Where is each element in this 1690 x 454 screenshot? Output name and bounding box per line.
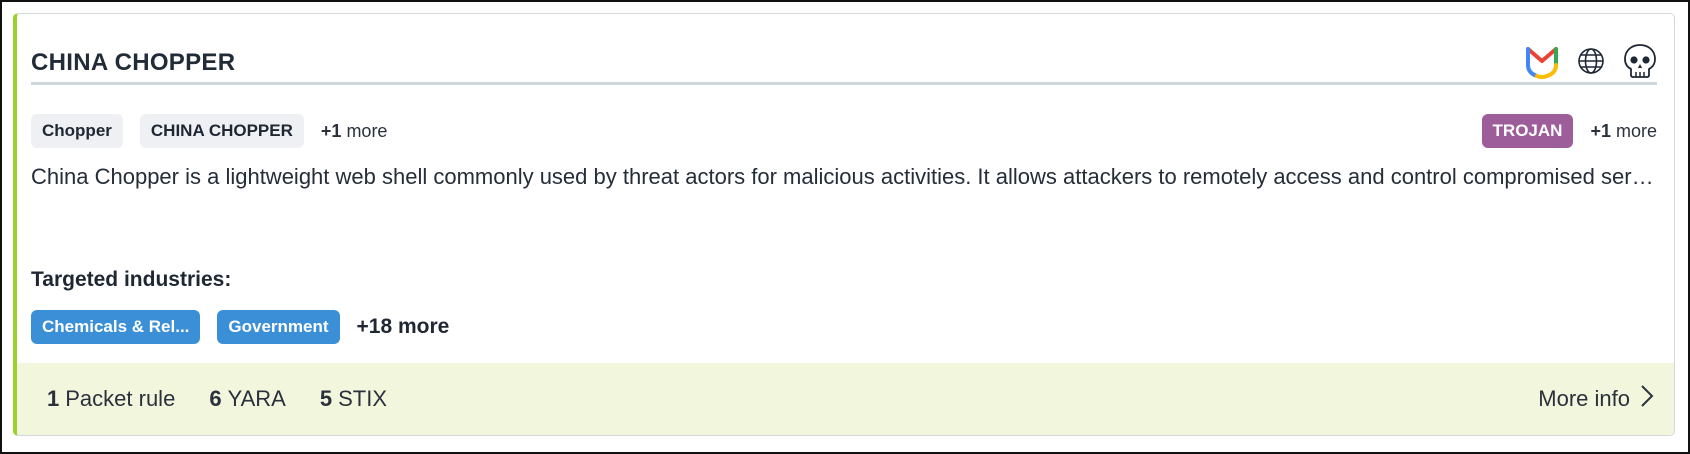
alias-chip: Chopper <box>31 114 123 148</box>
header-icons <box>1525 42 1657 80</box>
stat-count: 6 <box>209 386 222 411</box>
threat-title: CHINA CHOPPER <box>31 49 236 76</box>
type-tags: TROJAN +1 more <box>1481 114 1657 148</box>
aliases-more-link[interactable]: +1 more <box>321 121 388 142</box>
rule-stats: 1 Packet rule 6 YARA 5 STIX <box>47 363 387 435</box>
industry-chip-government[interactable]: Government <box>217 310 340 344</box>
types-more-count: +1 <box>1590 120 1611 141</box>
industries-more-link[interactable]: +18 more <box>357 315 450 339</box>
alias-chip: CHINA CHOPPER <box>139 114 304 148</box>
card-header: CHINA CHOPPER <box>31 28 1657 85</box>
tags-row: Chopper CHINA CHOPPER +1 more TROJAN +1 … <box>31 114 1657 148</box>
stat-label: Packet rule <box>65 386 176 411</box>
globe-icon[interactable] <box>1577 47 1605 75</box>
stat-count: 5 <box>319 386 333 411</box>
types-more-label: more <box>1615 120 1657 141</box>
industries-row: Chemicals & Rel... Government +18 more <box>31 310 449 344</box>
threat-description: China Chopper is a lightweight web shell… <box>31 164 1657 189</box>
stat-stix[interactable]: 5 STIX <box>320 386 387 412</box>
more-info-link[interactable]: More info <box>1538 363 1654 435</box>
more-info-label: More info <box>1538 386 1630 411</box>
threat-card[interactable]: CHINA CHOPPER Chopper CHINA CHOPPER +1 m… <box>13 13 1675 436</box>
skull-icon[interactable] <box>1623 43 1657 79</box>
malware-type-badge: TROJAN <box>1481 114 1574 148</box>
stat-label: YARA <box>227 386 286 411</box>
stat-label: STIX <box>338 386 387 411</box>
stat-yara[interactable]: 6 YARA <box>209 386 286 412</box>
industry-chip-chemicals[interactable]: Chemicals & Rel... <box>31 310 201 344</box>
aliases-more-count: +1 <box>320 120 342 141</box>
stat-count: 1 <box>47 386 60 411</box>
targeted-industries-label: Targeted industries: <box>31 268 232 291</box>
aliases-more-label: more <box>346 120 388 141</box>
stat-packet-rule[interactable]: 1 Packet rule <box>47 386 175 412</box>
alias-tags: Chopper CHINA CHOPPER +1 more <box>31 114 387 148</box>
card-footer: 1 Packet rule 6 YARA 5 STIX More info <box>17 363 1674 435</box>
types-more-link[interactable]: +1 more <box>1590 121 1657 142</box>
gmail-icon[interactable] <box>1525 43 1559 79</box>
chevron-right-icon <box>1640 384 1654 414</box>
